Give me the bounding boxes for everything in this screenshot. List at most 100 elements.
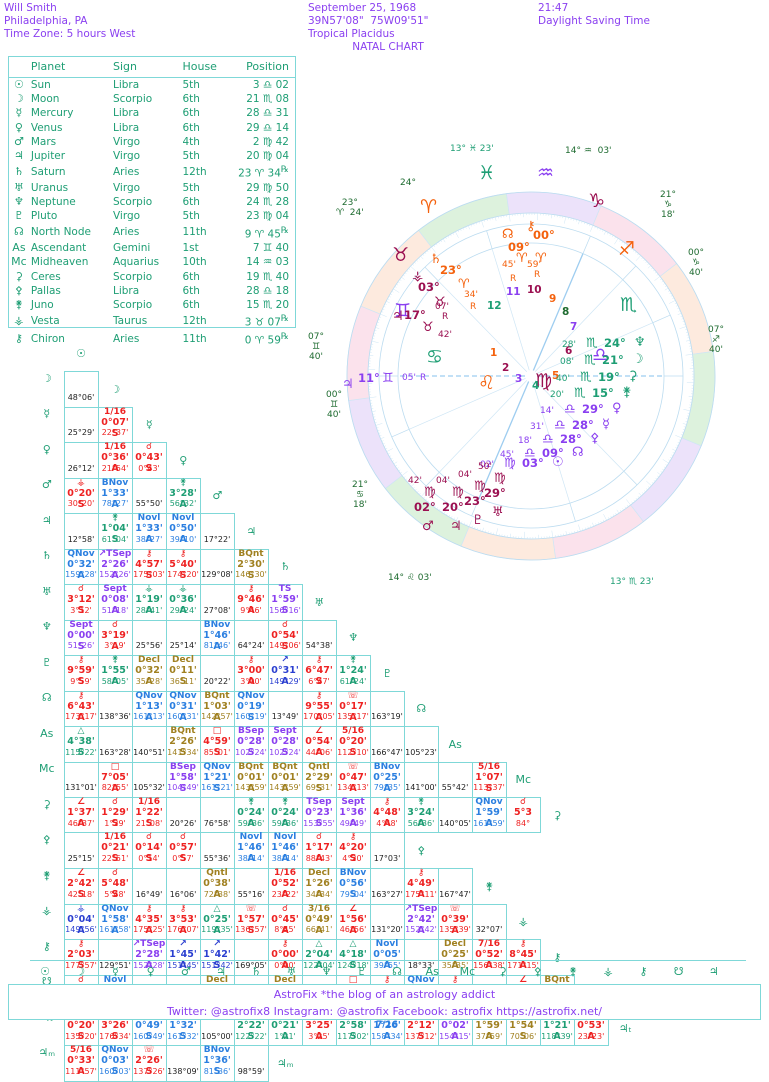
aspect-cell[interactable]: 64°24' xyxy=(234,620,268,656)
aspect-cell[interactable]: ⚵0°24' A59°36' xyxy=(234,798,268,833)
aspect-cell[interactable]: BNov1°36' S81°36' xyxy=(200,1046,234,1082)
aspect-cell[interactable]: ☌5°384° xyxy=(506,798,540,833)
aspect-cell[interactable]: QNov0°03' S160°03' xyxy=(98,1046,132,1082)
aspect-cell[interactable]: ⚷4°35' A175°25' xyxy=(132,904,166,940)
aspect-cell[interactable]: ⚷3°53' A176°07' xyxy=(166,904,200,940)
aspect-cell[interactable]: 163°27' xyxy=(370,869,404,905)
aspect-cell[interactable]: ☌1°17' A88°43' xyxy=(302,833,336,869)
aspect-cell[interactable]: ☌5°48' S5°48' xyxy=(98,869,132,905)
aspect-cell[interactable]: Novl1°33' A38°27' xyxy=(132,514,166,550)
aspect-cell[interactable]: QNov0°32' A159°28' xyxy=(64,549,98,585)
aspect-cell[interactable]: ☏1°57' S136°57' xyxy=(234,904,268,940)
aspect-cell[interactable]: ☏0°39' A135°39' xyxy=(438,904,472,940)
aspect-cell[interactable]: BSep1°58' S104°49' xyxy=(166,762,200,798)
aspect-cell[interactable]: 12°58' xyxy=(64,514,98,550)
aspect-cell[interactable]: 76°58' xyxy=(200,798,234,833)
aspect-cell[interactable]: QNov0°31' A160°31' xyxy=(166,691,200,727)
aspect-cell[interactable]: 55°16' xyxy=(234,869,268,905)
aspect-cell[interactable]: ⚷3°00' A3°00' xyxy=(234,656,268,692)
aspect-cell[interactable]: 55°42' xyxy=(438,762,472,798)
aspect-cell[interactable]: ⚵0°24' A59°36' xyxy=(268,798,302,833)
aspect-cell[interactable]: 55°36' xyxy=(200,833,234,869)
aspect-cell[interactable]: Novl1°46' A38°14' xyxy=(268,833,302,869)
aspect-cell[interactable]: BQnt0°01' A143°59' xyxy=(234,762,268,798)
aspect-cell[interactable]: Novl0°50' A39°10' xyxy=(166,514,200,550)
aspect-cell[interactable]: ⚷9°59' S9°59' xyxy=(64,656,98,692)
aspect-cell[interactable]: 13°49' xyxy=(268,691,302,727)
aspect-cell[interactable]: Qntl0°38' A72°38' xyxy=(200,869,234,905)
aspect-cell[interactable]: ⚶0°36' A29°24' xyxy=(166,585,200,621)
aspect-cell[interactable]: ∠0°54' A44°06' xyxy=(302,727,336,763)
aspect-cell[interactable]: ☏0°17' A135°17' xyxy=(336,691,370,727)
aspect-cell[interactable]: 167°47' xyxy=(438,869,472,905)
aspect-cell[interactable]: ⚵1°24' A61°24' xyxy=(336,656,370,692)
aspect-cell[interactable]: ☌0°57' S0°57' xyxy=(166,833,200,869)
aspect-cell[interactable]: QNov1°59' A161°59' xyxy=(472,798,506,833)
aspect-cell[interactable]: △0°25' A119°35' xyxy=(200,904,234,940)
aspect-cell[interactable]: 20°26' xyxy=(166,798,200,833)
aspect-cell[interactable]: Decl0°11' S36°11' xyxy=(166,656,200,692)
aspect-cell[interactable]: ☌3°12' S3°12' xyxy=(64,585,98,621)
aspect-cell[interactable]: 25°29' xyxy=(64,407,98,443)
aspect-cell[interactable]: Sept0°08' A51°18' xyxy=(98,585,132,621)
aspect-cell[interactable]: 140°05' xyxy=(438,798,472,833)
aspect-cell[interactable]: 1/160°36' A21°54' xyxy=(98,443,132,479)
aspect-cell[interactable]: Sept0°00' S51°26' xyxy=(64,620,98,656)
aspect-cell[interactable]: 16°49' xyxy=(132,869,166,905)
aspect-cell[interactable]: 141°00' xyxy=(404,762,438,798)
aspect-cell[interactable]: 5/161°07' S113°37' xyxy=(472,762,506,798)
aspect-cell[interactable]: 138°36' xyxy=(98,691,132,727)
aspect-cell[interactable]: ☏2°26' S137°26' xyxy=(132,1046,166,1082)
aspect-cell[interactable]: QNov1°58' A161°58' xyxy=(98,904,132,940)
aspect-cell[interactable]: 17°22' xyxy=(200,514,234,550)
aspect-cell[interactable]: 16°06' xyxy=(166,869,200,905)
aspect-cell[interactable]: ∠1°56' A46°56' xyxy=(336,904,370,940)
aspect-cell[interactable]: ⚶0°04' A149°56' xyxy=(64,904,98,940)
aspect-cell[interactable]: BNov0°25' A79°35' xyxy=(370,762,404,798)
aspect-cell[interactable]: 5/160°20' S112°10' xyxy=(336,727,370,763)
aspect-cell[interactable]: 3/160°49' A66°41' xyxy=(302,904,336,940)
aspect-cell[interactable]: Sept0°28' S102°24' xyxy=(268,727,302,763)
aspect-cell[interactable]: ☌0°14' S0°14' xyxy=(132,833,166,869)
aspect-cell[interactable]: 131°20' xyxy=(370,904,404,940)
aspect-cell[interactable]: 166°47' xyxy=(370,727,404,763)
aspect-cell[interactable]: ⚶1°19' A28°41' xyxy=(132,585,166,621)
aspect-cell[interactable]: 27°08' xyxy=(200,585,234,621)
aspect-cell[interactable]: 1/160°21' S22°51' xyxy=(98,833,132,869)
aspect-cell[interactable]: Decl1°26' A34°34' xyxy=(302,869,336,905)
aspect-cell[interactable]: 32°07' xyxy=(472,904,506,940)
aspect-cell[interactable]: ⚷4°49' A175°11' xyxy=(404,869,438,905)
aspect-cell[interactable]: 138°09' xyxy=(166,1046,200,1082)
aspect-cell[interactable]: TSep0°23' S153°55' xyxy=(302,798,336,833)
aspect-cell[interactable]: ⚷4°57' S175°03' xyxy=(132,549,166,585)
aspect-cell[interactable]: ⚷4°20' S4°20' xyxy=(336,833,370,869)
aspect-cell[interactable]: QNov0°19' S160°19' xyxy=(234,691,268,727)
aspect-cell[interactable]: 25°14' xyxy=(166,620,200,656)
aspect-cell[interactable]: ∠2°42' S42°18' xyxy=(64,869,98,905)
aspect-cell[interactable]: ☌1°29' S1°29' xyxy=(98,798,132,833)
aspect-cell[interactable]: ⚷4°48' A4°48' xyxy=(370,798,404,833)
aspect-cell[interactable]: Novl1°46' A38°14' xyxy=(234,833,268,869)
aspect-cell[interactable]: 5/160°33' A111°57' xyxy=(64,1046,98,1082)
aspect-cell[interactable]: △4°38' S115°22' xyxy=(64,727,98,763)
aspect-cell[interactable]: BQnt2°26' S141°34' xyxy=(166,727,200,763)
aspect-cell[interactable]: ⚷6°43' A173°17' xyxy=(64,691,98,727)
aspect-cell[interactable]: 98°59' xyxy=(234,1046,268,1082)
aspect-cell[interactable]: BNov1°46' A81°46' xyxy=(200,620,234,656)
aspect-cell[interactable]: ↗0°31' A149°29' xyxy=(268,656,302,692)
aspect-cell[interactable]: 163°28' xyxy=(98,727,132,763)
aspect-cell[interactable]: ⚵3°28' A56°32' xyxy=(166,478,200,514)
aspect-cell[interactable]: 105°23' xyxy=(404,727,438,763)
aspect-cell[interactable]: ⚵3°24' A56°36' xyxy=(404,798,438,833)
aspect-cell[interactable]: QNov1°13' A161°13' xyxy=(132,691,166,727)
aspect-cell[interactable]: ⚵1°04' S61°04' xyxy=(98,514,132,550)
aspect-cell[interactable]: 48°06' xyxy=(64,372,98,408)
aspect-cell[interactable]: ⚷6°47' S6°47' xyxy=(302,656,336,692)
aspect-cell[interactable]: 25°15' xyxy=(64,833,98,869)
aspect-cell[interactable]: 1/161°22' S21°08' xyxy=(132,798,166,833)
aspect-cell[interactable]: BQnt0°01' A143°59' xyxy=(268,762,302,798)
aspect-cell[interactable]: ☌0°45' A8°45' xyxy=(268,904,302,940)
aspect-cell[interactable]: 54°38' xyxy=(302,620,336,656)
aspect-cell[interactable]: 105°32' xyxy=(132,762,166,798)
aspect-cell[interactable]: BSep0°28' S102°24' xyxy=(234,727,268,763)
